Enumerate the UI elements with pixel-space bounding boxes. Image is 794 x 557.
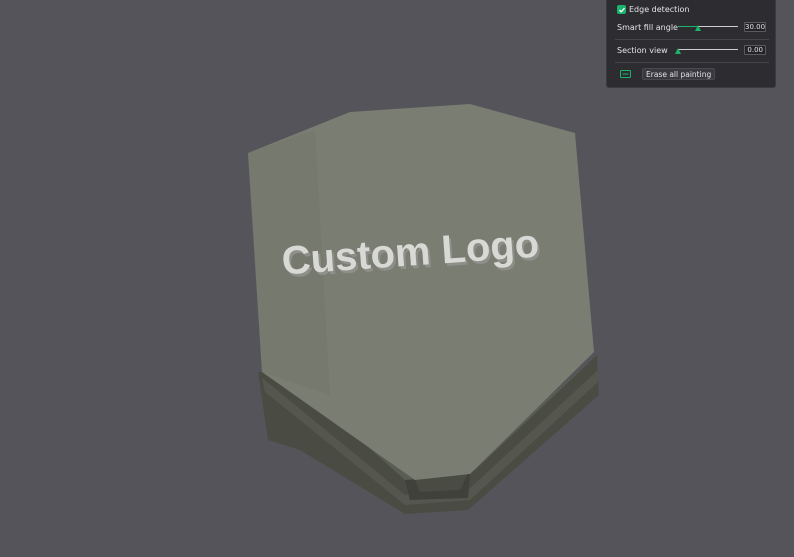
erase-all-painting-button[interactable]: Erase all painting [642,68,716,80]
3d-model[interactable]: Custom Logo Custom Logo [248,104,599,514]
slider-thumb[interactable] [675,48,681,54]
slider-track [678,49,738,50]
section-view-input[interactable]: 0.00 [744,45,766,55]
section-view-label: Section view [617,46,668,55]
section-view-slider[interactable] [675,45,738,55]
edge-detection-row[interactable]: Edge detection [617,5,689,14]
divider [615,39,769,40]
slider-thumb[interactable] [694,25,701,31]
eraser-icon [620,70,631,78]
smart-fill-angle-input[interactable]: 30.00 [744,22,766,32]
smart-fill-angle-slider[interactable] [678,22,738,32]
edge-detection-checkbox[interactable] [617,5,626,14]
paint-tool-panel: Edge detection Smart fill angle 30.00 Se… [606,0,776,88]
smart-fill-angle-label: Smart fill angle [617,23,678,32]
divider [615,62,769,63]
checkmark-icon [618,7,625,13]
edge-detection-label: Edge detection [629,5,690,14]
